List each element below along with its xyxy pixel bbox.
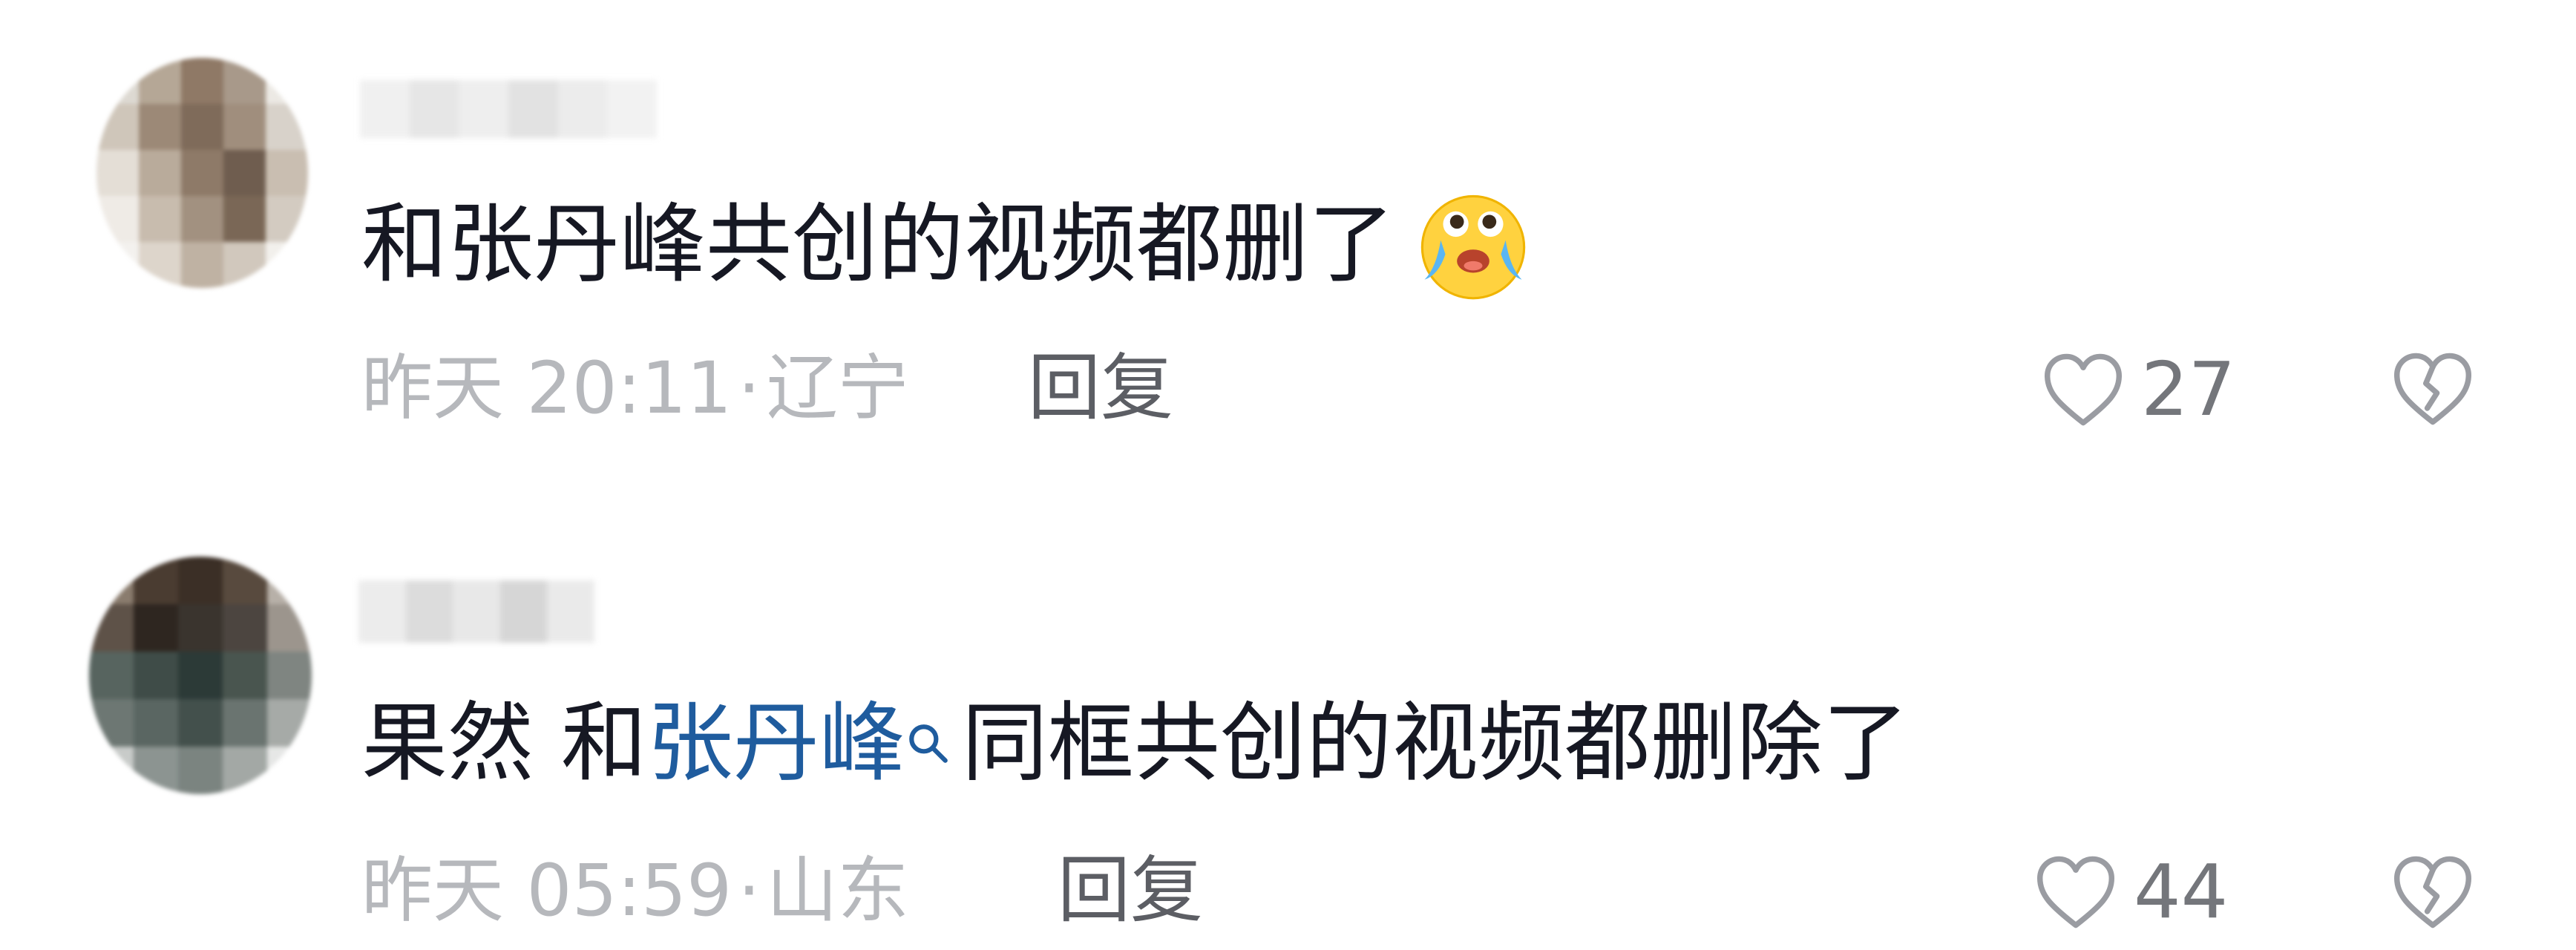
comment-text: 果然 和 张丹峰 同框共创的视频都删除了: [361, 692, 1909, 796]
comment-meta: 昨天 05:59·山东: [361, 846, 909, 935]
mention-link[interactable]: 张丹峰: [647, 692, 905, 796]
like-button[interactable]: 27: [2042, 345, 2235, 434]
reply-button[interactable]: 回复: [1058, 846, 1203, 935]
like-button[interactable]: 44: [2034, 848, 2228, 937]
heart-outline-icon: [2042, 351, 2125, 428]
comment-location: 山东: [766, 849, 909, 932]
meta-separator: ·: [738, 347, 761, 430]
crying-laughing-emoji-icon: [1415, 187, 1531, 303]
comment-body: 和张丹峰共创的视频都删了: [361, 194, 1394, 295]
comment-time: 昨天 05:59: [361, 849, 733, 932]
comment-location: 辽宁: [766, 347, 909, 430]
username-redacted[interactable]: [358, 580, 594, 643]
search-icon[interactable]: [905, 721, 951, 767]
reply-button[interactable]: 回复: [1028, 344, 1173, 433]
comment-body-prefix: 果然 和: [361, 693, 647, 793]
comment-time: 昨天 20:11: [361, 347, 733, 430]
username-redacted[interactable]: [360, 80, 658, 138]
like-count: 44: [2134, 848, 2229, 935]
heart-outline-icon: [2034, 854, 2117, 931]
avatar[interactable]: [96, 58, 308, 288]
broken-heart-icon: [2391, 854, 2474, 931]
comment-meta: 昨天 20:11·辽宁: [361, 344, 909, 433]
broken-heart-icon: [2391, 350, 2474, 428]
dislike-button[interactable]: [2391, 350, 2474, 428]
comment-item: 和张丹峰共创的视频都删了 昨天 20:11·辽宁 回复 27: [0, 0, 2576, 475]
like-count: 27: [2141, 346, 2236, 433]
meta-separator: ·: [738, 849, 761, 932]
comment-text: 和张丹峰共创的视频都删了: [361, 187, 1531, 303]
dislike-button[interactable]: [2391, 854, 2474, 931]
comment-body-suffix: 同框共创的视频都删除了: [961, 693, 1909, 793]
avatar[interactable]: [89, 557, 312, 794]
comment-item: 果然 和 张丹峰 同框共创的视频都删除了 昨天 05:59·山东 回复 44: [0, 475, 2576, 950]
